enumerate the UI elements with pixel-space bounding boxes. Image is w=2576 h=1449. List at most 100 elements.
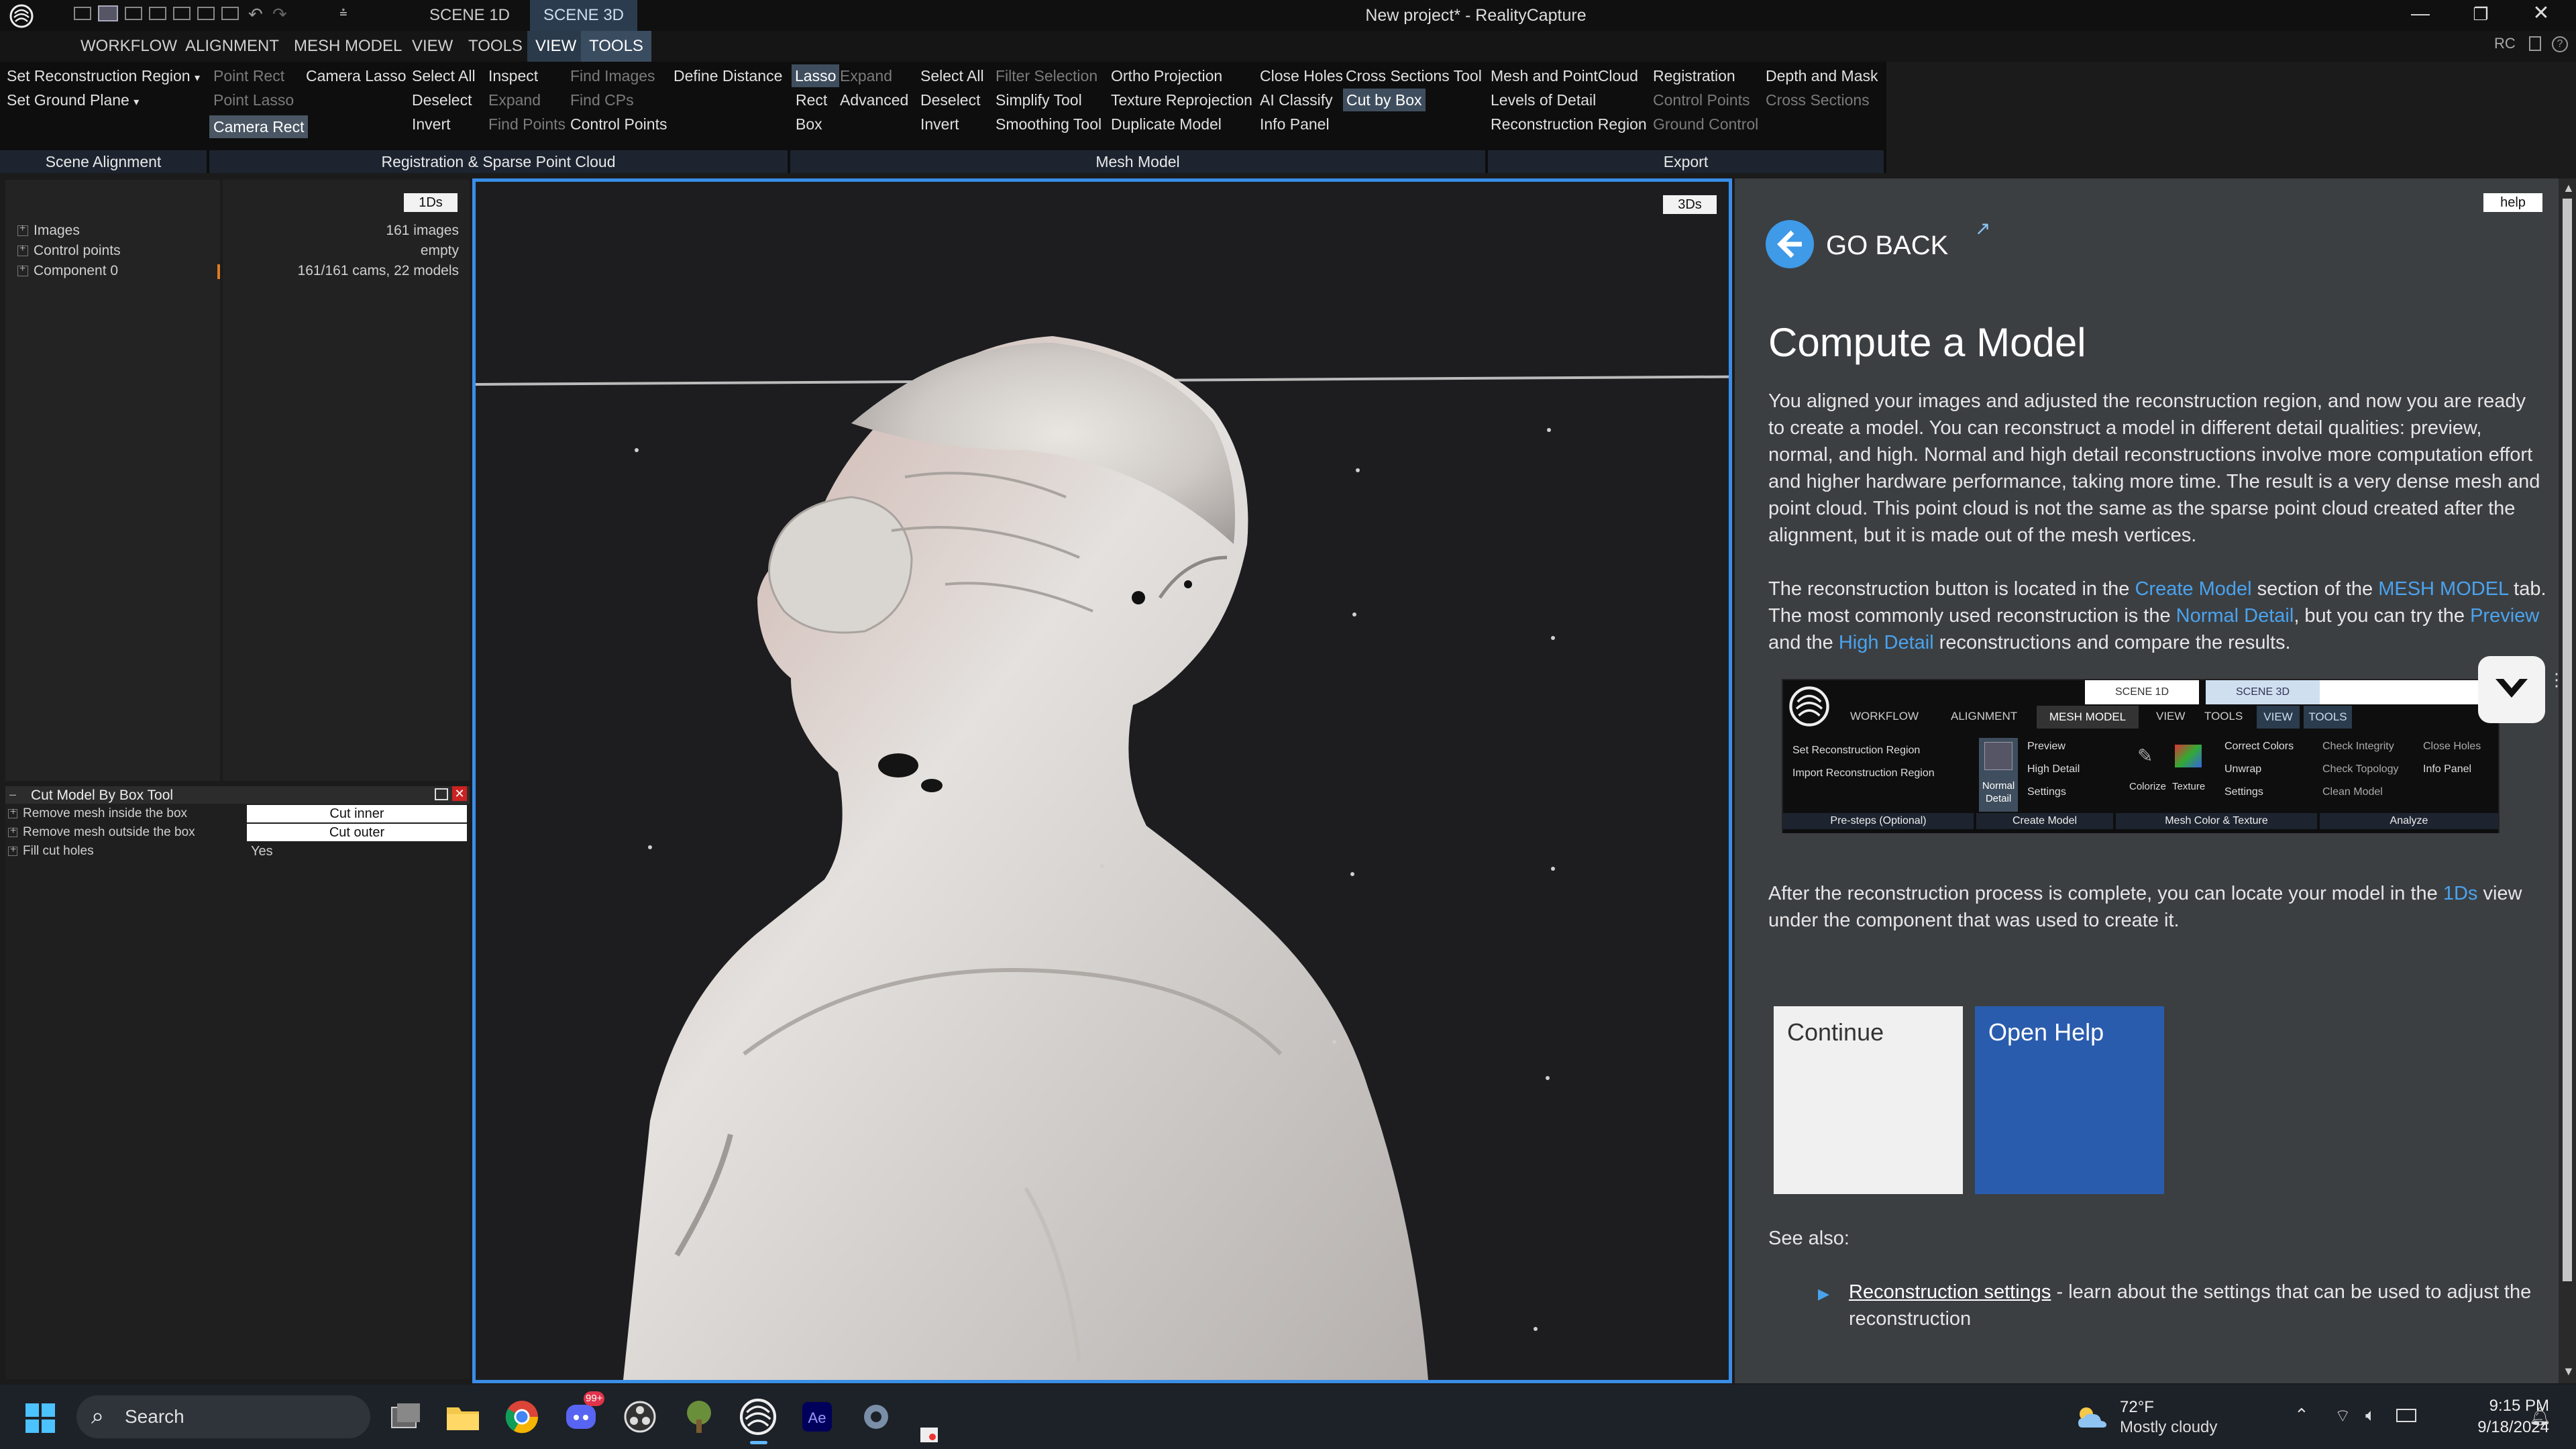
windows-start-icon[interactable]: [24, 1402, 56, 1434]
control-points-button[interactable]: Control Points: [570, 113, 667, 136]
link-normal-detail[interactable]: Normal Detail: [2176, 605, 2294, 627]
link-mesh-model[interactable]: MESH MODEL: [2378, 578, 2508, 600]
layout-quad-icon[interactable]: [197, 7, 215, 20]
export-cross-sections-button[interactable]: Cross Sections: [1766, 89, 1870, 111]
ortho-projection-button[interactable]: Ortho Projection: [1111, 64, 1222, 87]
maximize-icon[interactable]: ❐: [2466, 4, 2496, 31]
depth-and-mask-button[interactable]: Depth and Mask: [1766, 64, 1878, 87]
weather-temp[interactable]: 72°F: [2120, 1398, 2154, 1417]
advanced-button[interactable]: Advanced: [840, 89, 908, 111]
link-1ds[interactable]: 1Ds: [2443, 883, 2478, 904]
layout-single-icon[interactable]: [74, 7, 91, 20]
scroll-down-icon[interactable]: ▼: [2563, 1364, 2575, 1379]
tree-app-icon[interactable]: [679, 1397, 719, 1437]
inspect-button[interactable]: Inspect: [488, 64, 538, 87]
expand-icon[interactable]: [17, 243, 28, 256]
help-circle-icon[interactable]: ?: [2552, 36, 2568, 52]
simplify-tool-button[interactable]: Simplify Tool: [996, 89, 1082, 111]
continue-button[interactable]: Continue: [1774, 1006, 1963, 1194]
obs-icon[interactable]: [620, 1397, 660, 1437]
search-box[interactable]: ⌕ Search: [76, 1395, 370, 1438]
texture-reprojection-button[interactable]: Texture Reprojection: [1111, 89, 1252, 111]
floating-widget[interactable]: [2478, 656, 2545, 723]
filter-selection-button[interactable]: Filter Selection: [996, 64, 1097, 87]
expand-icon[interactable]: [17, 263, 28, 276]
view-badge-3ds[interactable]: 3Ds: [1663, 195, 1717, 214]
help-button[interactable]: help: [2483, 193, 2542, 212]
camera-rect-button[interactable]: Camera Rect: [209, 115, 309, 138]
volume-icon[interactable]: 🔈︎: [2365, 1405, 2376, 1426]
box-button[interactable]: Box: [796, 113, 822, 136]
export-reconstruction-region-button[interactable]: Reconstruction Region: [1491, 113, 1647, 136]
battery-icon[interactable]: [2396, 1409, 2416, 1422]
scrollbar-thumb[interactable]: [2563, 199, 2572, 1281]
menu-alignment[interactable]: ALIGNMENT: [177, 31, 287, 62]
undo-icon[interactable]: ↶: [248, 4, 268, 24]
menu-mesh-model[interactable]: MESH MODEL: [286, 31, 410, 62]
scroll-up-icon[interactable]: ▲: [2563, 181, 2575, 195]
drag-handle-icon[interactable]: ⋮⋮: [2548, 671, 2559, 702]
export-control-points-button[interactable]: Control Points: [1653, 89, 1750, 111]
rect-button[interactable]: Rect: [796, 89, 827, 111]
select-all-button[interactable]: Select All: [412, 64, 476, 87]
camera-lasso-button[interactable]: Camera Lasso: [306, 64, 407, 87]
layout-rows-icon[interactable]: [173, 7, 191, 20]
info-panel-button[interactable]: Info Panel: [1260, 113, 1330, 136]
find-cps-button[interactable]: Find CPs: [570, 89, 634, 111]
tree-item-component-0[interactable]: Component 0: [17, 263, 118, 279]
menu-view-contextual[interactable]: VIEW: [527, 31, 585, 62]
cross-sections-tool-button[interactable]: Cross Sections Tool: [1346, 64, 1482, 87]
find-images-button[interactable]: Find Images: [570, 64, 655, 87]
settings-icon[interactable]: [856, 1397, 896, 1437]
file-explorer-icon[interactable]: [443, 1397, 483, 1437]
redo-icon[interactable]: ↷: [272, 4, 292, 24]
tray-chevron-up-icon[interactable]: ⌃: [2294, 1405, 2309, 1426]
ai-classify-button[interactable]: AI Classify: [1260, 89, 1333, 111]
expand-icon[interactable]: [8, 806, 17, 818]
export-ground-control-button[interactable]: Ground Control: [1653, 113, 1758, 136]
3d-viewport[interactable]: 3Ds: [472, 178, 1732, 1383]
close-panel-icon[interactable]: ✕: [452, 786, 467, 801]
invert-button[interactable]: Invert: [412, 113, 451, 136]
mesh-invert-button[interactable]: Invert: [920, 113, 959, 136]
mesh-select-all-button[interactable]: Select All: [920, 64, 984, 87]
menu-workflow[interactable]: WORKFLOW: [72, 31, 185, 62]
deselect-button[interactable]: Deselect: [412, 89, 472, 111]
tab-scene-3d[interactable]: SCENE 3D: [530, 0, 637, 31]
discord-icon[interactable]: 99+: [561, 1391, 605, 1437]
statue-mesh-model[interactable]: [476, 182, 1729, 1380]
task-view-icon[interactable]: [385, 1397, 425, 1437]
external-link-icon[interactable]: ↗: [1975, 217, 1990, 239]
layout-split-icon[interactable]: [98, 5, 118, 21]
open-help-button[interactable]: Open Help: [1975, 1006, 2164, 1194]
layout-six-icon[interactable]: [221, 7, 239, 20]
export-registration-button[interactable]: Registration: [1653, 64, 1735, 87]
expand-icon[interactable]: [8, 844, 17, 856]
lasso-button[interactable]: Lasso: [792, 64, 840, 87]
after-effects-icon[interactable]: Ae: [797, 1397, 837, 1437]
menu-view[interactable]: VIEW: [404, 31, 461, 62]
close-icon[interactable]: ✕: [2526, 1, 2556, 28]
link-reconstruction-settings[interactable]: Reconstruction settings: [1849, 1281, 2051, 1303]
link-high-detail[interactable]: High Detail: [1839, 632, 1934, 653]
layout-columns-icon[interactable]: [149, 7, 166, 20]
point-lasso-button[interactable]: Point Lasso: [213, 89, 294, 111]
layout-grid-icon[interactable]: [125, 7, 142, 20]
cut-inner-button[interactable]: Cut inner: [247, 805, 467, 822]
cut-by-box-button[interactable]: Cut by Box: [1343, 89, 1426, 111]
find-points-button[interactable]: Find Points: [488, 113, 566, 136]
chrome-icon[interactable]: [502, 1397, 542, 1437]
weather-desc[interactable]: Mostly cloudy: [2120, 1418, 2217, 1437]
mesh-deselect-button[interactable]: Deselect: [920, 89, 980, 111]
notification-bell-icon[interactable]: 🔔︎: [2529, 1406, 2551, 1427]
set-reconstruction-region-button[interactable]: Set Reconstruction Region ▾: [7, 64, 200, 90]
collapse-icon[interactable]: –: [9, 788, 16, 802]
expand-button[interactable]: Expand: [488, 89, 541, 111]
set-ground-plane-button[interactable]: Set Ground Plane ▾: [7, 89, 139, 114]
duplicate-model-button[interactable]: Duplicate Model: [1111, 113, 1222, 136]
view-badge-1ds[interactable]: 1Ds: [404, 193, 458, 212]
snipping-tool-icon[interactable]: [919, 1426, 939, 1444]
define-distance-button[interactable]: Define Distance: [674, 64, 782, 87]
realitycapture-logo-icon[interactable]: [9, 4, 34, 28]
export-mesh-pointcloud-button[interactable]: Mesh and PointCloud: [1491, 64, 1638, 87]
